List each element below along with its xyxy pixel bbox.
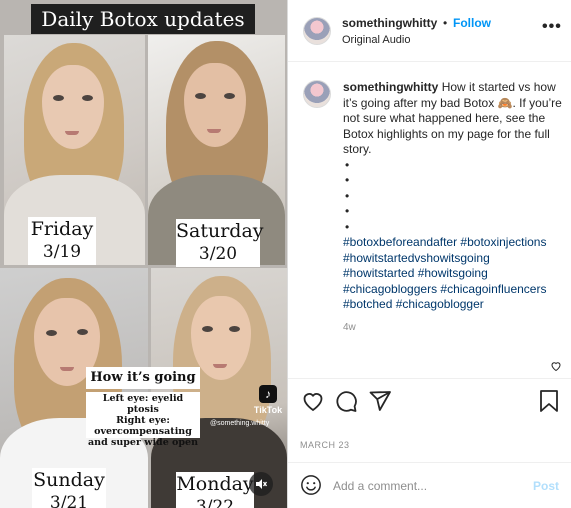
caption-username[interactable]: somethingwhitty [343, 80, 438, 94]
action-bar [288, 378, 571, 426]
day-label-sunday: Sunday 3/21 [32, 468, 106, 508]
caption-like-icon[interactable] [550, 360, 562, 372]
caption-dot: • [345, 219, 350, 234]
post-comment-button[interactable]: Post [533, 479, 559, 493]
day-name: Friday [30, 218, 94, 240]
audio-link[interactable]: Original Audio [342, 34, 411, 46]
status-line: and super wide open [88, 437, 198, 448]
hashtag-line[interactable]: #botoxbeforeandafter #botoxinjections [343, 235, 565, 251]
status-line: overcompensating [94, 426, 192, 437]
comment-bubble-icon[interactable] [334, 389, 358, 413]
day-date: 3/19 [42, 242, 82, 262]
bookmark-icon[interactable] [538, 389, 560, 413]
smiley-icon[interactable] [300, 474, 322, 496]
tiktok-label: TikTok [253, 405, 283, 415]
hashtag-line[interactable]: #howitstarted #howitsgoing [343, 266, 565, 282]
tiktok-watermark: ♪ TikTok [250, 385, 286, 415]
avatar[interactable] [303, 80, 331, 108]
status-line: Right eye: [116, 415, 170, 426]
day-date: 3/20 [198, 244, 238, 264]
day-date: 3/21 [49, 493, 89, 508]
post-sidebar: somethingwhitty • Follow Original Audio … [287, 0, 571, 508]
header-separator: • [443, 16, 448, 30]
status-line: Left eye: eyelid ptosis [102, 393, 184, 415]
hashtag-line[interactable]: #botched #chicagoblogger [343, 297, 565, 313]
caption-dots: • • • • • [343, 158, 565, 236]
post-date[interactable]: MARCH 23 [300, 440, 350, 450]
caption-dot: • [345, 173, 350, 187]
speaker-muted-icon[interactable] [249, 472, 273, 496]
more-options-icon[interactable]: ••• [542, 18, 562, 36]
tiktok-handle: @something.whitty [210, 420, 270, 427]
follow-button[interactable]: Follow [453, 16, 491, 30]
comment-box: Post [288, 462, 571, 508]
day-name: Saturday [176, 220, 264, 242]
caption-hashtags: #botoxbeforeandafter #botoxinjections #h… [343, 235, 565, 313]
post-caption: somethingwhitty How it started vs how it… [343, 80, 565, 313]
caption-age[interactable]: 4w [343, 322, 356, 333]
day-label-saturday: Saturday 3/20 [176, 219, 264, 267]
status-heading: How it’s going 🙈 [86, 367, 200, 407]
header-username[interactable]: somethingwhitty [342, 16, 437, 30]
instagram-post: Daily Botox updates Friday 3/19 Saturday… [0, 0, 571, 508]
heart-icon[interactable] [301, 389, 325, 413]
day-name: Sunday [33, 469, 105, 491]
tiktok-logo-icon: ♪ [259, 385, 277, 403]
caption-dot: • [345, 157, 350, 172]
day-name: Monday [176, 473, 254, 495]
status-details: Left eye: eyelid ptosis Right eye: overc… [86, 392, 200, 448]
comment-input[interactable] [333, 476, 523, 496]
video-title-banner: Daily Botox updates [31, 4, 255, 34]
post-media[interactable]: Daily Botox updates Friday 3/19 Saturday… [0, 0, 287, 508]
caption-dot: • [345, 204, 350, 218]
caption-dot: • [345, 188, 350, 203]
day-label-friday: Friday 3/19 [28, 217, 96, 265]
paper-plane-icon[interactable] [368, 389, 392, 413]
avatar[interactable] [303, 17, 331, 45]
day-date: 3/22 [195, 497, 235, 508]
hashtag-line[interactable]: #chicagobloggers #chicagoinfluencers [343, 282, 565, 298]
hashtag-line[interactable]: #howitstartedvshowitsgoing [343, 251, 565, 267]
day-label-monday: Monday 3/22 [176, 472, 254, 508]
post-header: somethingwhitty • Follow Original Audio … [288, 0, 571, 62]
